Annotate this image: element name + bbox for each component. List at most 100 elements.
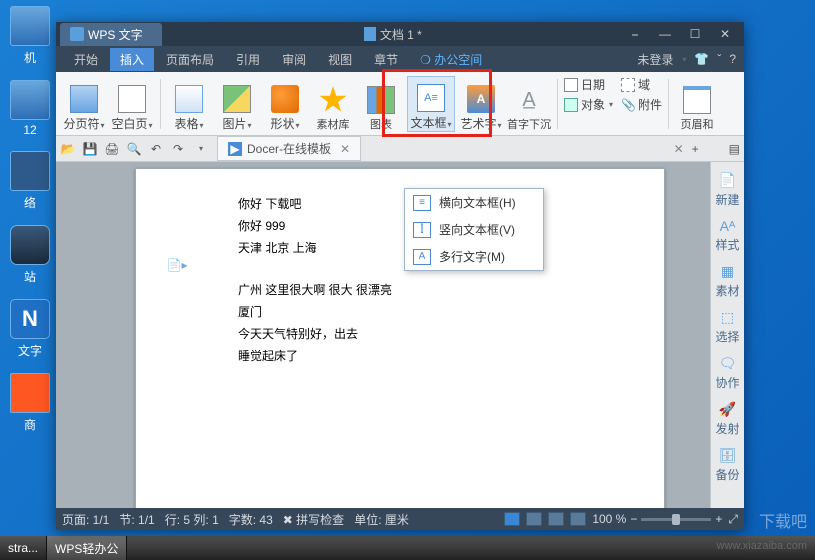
status-unit[interactable]: 单位: 厘米	[354, 511, 409, 528]
tab-chapter[interactable]: 章节	[364, 48, 408, 71]
collapse-ribbon-icon[interactable]: ˇ	[717, 52, 721, 66]
desktop: 机 12 络 站 N文字 商	[0, 0, 60, 560]
document-page[interactable]: 你好 下载吧 你好 999 天津 北京 上海 广州 这里很大啊 很大 很漂亮 厦…	[135, 168, 665, 508]
view-web-icon[interactable]	[548, 512, 564, 526]
doc-icon	[364, 27, 376, 41]
print-icon[interactable]: 🖨	[104, 141, 120, 157]
app-tab[interactable]: WPS 文字 ▾	[60, 23, 162, 46]
textbox-button[interactable]: 文本框▾	[407, 76, 455, 132]
status-chars[interactable]: 字数: 43	[229, 511, 273, 528]
status-spellcheck[interactable]: ✖ 拼写检查	[283, 511, 344, 528]
desktop-icon[interactable]: N文字	[4, 299, 56, 359]
view-read-icon[interactable]	[570, 512, 586, 526]
zoom-slider[interactable]	[641, 518, 711, 521]
small-group: 域 📎附件	[621, 76, 662, 113]
picture-icon	[223, 85, 251, 113]
save-icon[interactable]: 💾	[82, 141, 98, 157]
attachment-button[interactable]: 📎附件	[621, 96, 662, 113]
work-area: 你好 下载吧 你好 999 天津 北京 上海 广州 这里很大啊 很大 很漂亮 厦…	[56, 162, 744, 508]
desktop-icon[interactable]: 商	[4, 373, 56, 433]
tab-start[interactable]: 开始	[64, 48, 108, 71]
wordart-button[interactable]: 艺术字▾	[459, 76, 503, 132]
table-button[interactable]: 表格▾	[167, 76, 211, 132]
zoom-out-icon[interactable]: −	[630, 512, 637, 526]
open-icon[interactable]: 📂	[60, 141, 76, 157]
desktop-icon[interactable]: 络	[4, 151, 56, 211]
rt-send[interactable]: 🚀发射	[715, 401, 739, 437]
pagebreak-button[interactable]: 分页符▾	[62, 76, 106, 132]
taskbar-button[interactable]: stra...	[0, 536, 47, 560]
header-footer-button[interactable]: 页眉和	[675, 76, 719, 132]
maximize-button[interactable]: ☐	[684, 27, 706, 42]
dropcap-button[interactable]: A̲首字下沉	[507, 76, 551, 132]
undo-icon[interactable]: ↶	[148, 141, 164, 157]
paperclip-icon: 📎	[621, 98, 635, 112]
chart-button[interactable]: 图表	[359, 76, 403, 132]
tab-list-icon[interactable]: ▤	[729, 142, 740, 156]
rt-select[interactable]: ⬚选择	[715, 309, 739, 345]
desktop-icon[interactable]: 机	[4, 6, 56, 66]
dropdown-item-horizontal[interactable]: ≡横向文本框(H)	[405, 189, 543, 216]
blankpage-button[interactable]: 空白页▾	[110, 76, 154, 132]
new-icon: 📄	[719, 172, 736, 189]
rt-material[interactable]: ▦素材	[715, 263, 739, 299]
zoom-control[interactable]: 100 % − +	[592, 512, 722, 526]
doc-line: 广州 这里很大啊 很大 很漂亮	[238, 279, 626, 301]
tab-review[interactable]: 审阅	[272, 48, 316, 71]
fit-icon[interactable]: ⤢	[728, 512, 738, 527]
textbox-icon	[417, 84, 445, 112]
zoom-label: 100 %	[592, 512, 626, 526]
watermark: 下载吧	[759, 508, 807, 532]
menu-right: 未登录▾ 👕 ˇ ?	[637, 51, 736, 68]
object-button[interactable]: 对象▾	[564, 96, 613, 113]
close-button[interactable]: ✕	[714, 27, 736, 42]
skin-icon[interactable]: 👕	[694, 52, 709, 66]
view-outline-icon[interactable]	[526, 512, 542, 526]
dropdown-item-vertical[interactable]: ⫿竖向文本框(V)	[405, 216, 543, 243]
print-preview-icon[interactable]: 🔍	[126, 141, 142, 157]
new-tab-button[interactable]: +	[692, 142, 699, 156]
view-page-icon[interactable]	[504, 512, 520, 526]
star-icon	[319, 86, 347, 114]
redo-icon[interactable]: ↷	[170, 141, 186, 157]
n-icon: N	[10, 299, 50, 339]
chevron-down-icon[interactable]: ▾	[193, 141, 209, 157]
watermark-url: www.xiazaiba.com	[717, 540, 807, 552]
window-controls: ⎯ — ☐ ✕	[624, 27, 740, 42]
taskbar-button[interactable]: WPS轻办公	[47, 536, 127, 560]
document-title: 文档 1 *	[162, 26, 624, 43]
zoom-in-icon[interactable]: +	[715, 512, 722, 526]
tab-insert[interactable]: 插入	[110, 48, 154, 71]
tab-view[interactable]: 视图	[318, 48, 362, 71]
dropcap-icon: A̲	[515, 86, 543, 114]
object-icon	[564, 98, 578, 112]
select-icon: ⬚	[721, 309, 734, 326]
doc-line: 睡觉起床了	[238, 345, 626, 367]
library-button[interactable]: 素材库	[311, 76, 355, 132]
desktop-icon[interactable]: 12	[4, 80, 56, 137]
picture-button[interactable]: 图片▾	[215, 76, 259, 132]
rt-backup[interactable]: 🗄备份	[715, 447, 739, 483]
rt-style[interactable]: Aᴬ样式	[715, 218, 739, 253]
tab-references[interactable]: 引用	[226, 48, 270, 71]
paste-options-icon[interactable]: 📄▸	[166, 254, 188, 276]
minimize-button[interactable]: —	[654, 27, 676, 42]
docer-tab-label: Docer-在线模板	[247, 140, 331, 157]
login-status[interactable]: 未登录	[637, 51, 673, 68]
dropdown-item-multiline[interactable]: A多行文字(M)	[405, 243, 543, 270]
field-button[interactable]: 域	[621, 76, 662, 93]
desktop-icon[interactable]: 站	[4, 225, 56, 285]
help-icon[interactable]: ?	[729, 52, 736, 66]
rt-new[interactable]: 📄新建	[715, 172, 739, 208]
rt-coop[interactable]: 🗨协作	[715, 355, 739, 391]
right-toolbar: 📄新建 Aᴬ样式 ▦素材 ⬚选择 🗨协作 🚀发射 🗄备份	[710, 162, 744, 508]
close-tab-icon[interactable]: ✕	[340, 142, 350, 156]
docer-tab[interactable]: ▶ Docer-在线模板 ✕	[217, 136, 361, 161]
tab-page-layout[interactable]: 页面布局	[156, 48, 224, 71]
close-tab-icon[interactable]: ✕	[674, 142, 684, 156]
pagebreak-icon	[70, 85, 98, 113]
shape-button[interactable]: 形状▾	[263, 76, 307, 132]
date-button[interactable]: 日期	[564, 76, 613, 93]
chart-icon	[367, 86, 395, 114]
tab-office-space[interactable]: ❍ 办公空间	[410, 48, 492, 71]
